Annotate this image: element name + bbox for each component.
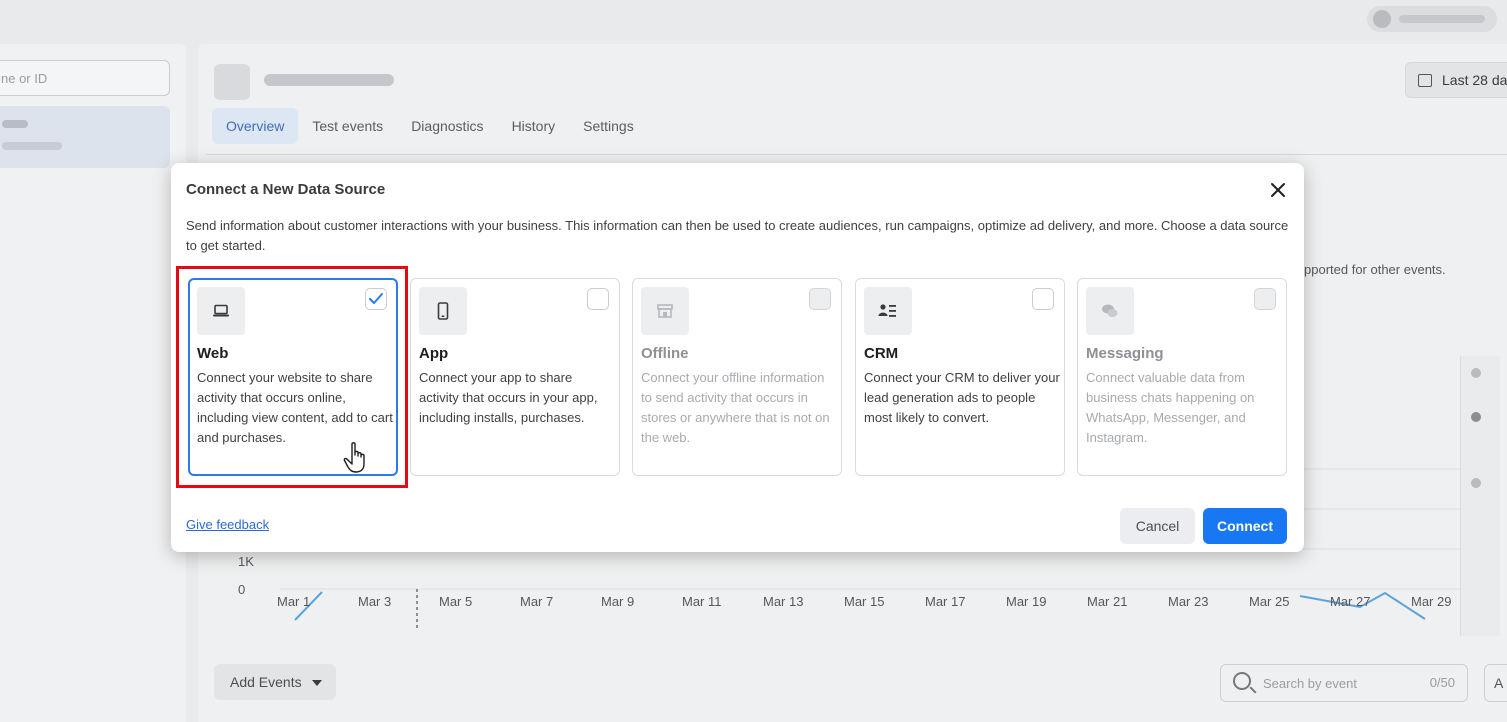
source-desc-crm: Connect your CRM to deliver your lead ge… (864, 370, 1060, 425)
tab-overview[interactable]: Overview (212, 108, 299, 144)
add-events-button[interactable]: Add Events (214, 664, 336, 700)
partial-info-text: pported for other events. (1304, 262, 1446, 277)
chart-x-tick-label: Mar 5 (439, 594, 473, 609)
chart-x-tick-label: Mar 19 (1006, 594, 1047, 609)
give-feedback-link[interactable]: Give feedback (186, 517, 269, 532)
connect-button[interactable]: Connect (1203, 508, 1287, 544)
dialog-title: Connect a New Data Source (186, 181, 386, 198)
tab-bar: Overview Test events Diagnostics History… (212, 108, 648, 144)
chart-legend (1460, 356, 1500, 636)
source-name-app: App (419, 345, 449, 362)
source-name-crm: CRM (864, 345, 899, 362)
source-card-messaging[interactable]: Messaging Connect valuable data from bus… (1077, 278, 1287, 476)
chart-x-tick-label: Mar 11 (682, 594, 722, 609)
date-range-label: Last 28 da (1442, 72, 1507, 88)
dataset-title-placeholder (264, 74, 394, 86)
chart-x-tick-label: Mar 27 (1330, 594, 1371, 609)
dataset-search-placeholder: ne or ID (1, 71, 48, 86)
dataset-search-input[interactable]: ne or ID (0, 60, 170, 96)
account-switcher[interactable] (1367, 6, 1497, 32)
source-name-offline: Offline (641, 345, 689, 362)
date-range-button[interactable]: Last 28 da (1405, 62, 1507, 98)
chat-bubbles-icon (1086, 287, 1134, 335)
store-icon (641, 287, 689, 335)
chart-x-tick-label: Mar 13 (763, 594, 804, 609)
chart-y-tick-label: 1K (238, 554, 254, 569)
tab-test-events[interactable]: Test events (298, 108, 397, 144)
close-icon[interactable] (1267, 179, 1289, 201)
chart-x-tick-label: Mar 21 (1087, 594, 1128, 609)
add-events-label: Add Events (230, 674, 302, 690)
tab-diagnostics[interactable]: Diagnostics (397, 108, 497, 144)
source-card-crm[interactable]: CRM Connect your CRM to deliver your lea… (855, 278, 1065, 476)
source-card-offline[interactable]: Offline Connect your offline information… (632, 278, 842, 476)
people-list-icon (864, 287, 912, 335)
search-icon (1233, 672, 1251, 690)
source-checkbox-crm[interactable] (1032, 288, 1054, 310)
tab-divider (206, 154, 1507, 155)
dialog-description: Send information about customer interact… (186, 218, 1289, 253)
search-event-input[interactable]: Search by event 0/50 (1220, 664, 1468, 702)
account-name-placeholder (1399, 15, 1485, 23)
chart-x-tick-label: Mar 1 (277, 594, 311, 609)
source-desc-app: Connect your app to share activity that … (419, 370, 598, 425)
chart-x-tick-label: Mar 3 (358, 594, 392, 609)
phone-icon (419, 287, 467, 335)
filter-button[interactable]: A (1484, 664, 1507, 702)
source-card-app[interactable]: App Connect your app to share activity t… (410, 278, 620, 476)
left-panel: ne or ID (0, 44, 186, 722)
highlight-annotation-box (176, 266, 408, 488)
chart-x-tick-label: Mar 25 (1249, 594, 1290, 609)
dataset-list-item[interactable] (0, 106, 170, 168)
source-desc-messaging: Connect valuable data from business chat… (1086, 370, 1255, 445)
tab-history[interactable]: History (498, 108, 570, 144)
chart-x-tick-label: Mar 9 (601, 594, 635, 609)
chart-x-tick-label: Mar 23 (1168, 594, 1209, 609)
chart-x-tick-label: Mar 7 (520, 594, 554, 609)
dataset-avatar (214, 64, 250, 100)
source-checkbox-app[interactable] (587, 288, 609, 310)
legend-dot (1471, 368, 1481, 378)
cancel-button[interactable]: Cancel (1120, 508, 1195, 544)
search-event-count: 0/50 (1429, 675, 1455, 690)
source-name-messaging: Messaging (1086, 345, 1164, 362)
calendar-icon (1418, 74, 1432, 87)
top-bar (0, 0, 1507, 40)
caret-down-icon (311, 680, 322, 687)
dataset-name-placeholder (2, 120, 28, 128)
tab-settings[interactable]: Settings (569, 108, 648, 144)
source-checkbox-messaging (1254, 288, 1276, 310)
legend-dot (1471, 478, 1481, 488)
chart-x-tick-label: Mar 15 (844, 594, 885, 609)
account-avatar (1373, 10, 1391, 28)
dataset-id-placeholder (2, 142, 62, 150)
hand-pointer-cursor-icon (343, 442, 365, 473)
legend-dot (1471, 412, 1481, 422)
chart-x-tick-label: Mar 17 (925, 594, 966, 609)
chart-x-tick-label: Mar 29 (1411, 594, 1452, 609)
source-checkbox-offline (809, 288, 831, 310)
source-desc-offline: Connect your offline information to send… (641, 370, 830, 445)
search-event-placeholder: Search by event (1263, 676, 1357, 691)
chart-y-tick-label: 0 (238, 582, 246, 597)
